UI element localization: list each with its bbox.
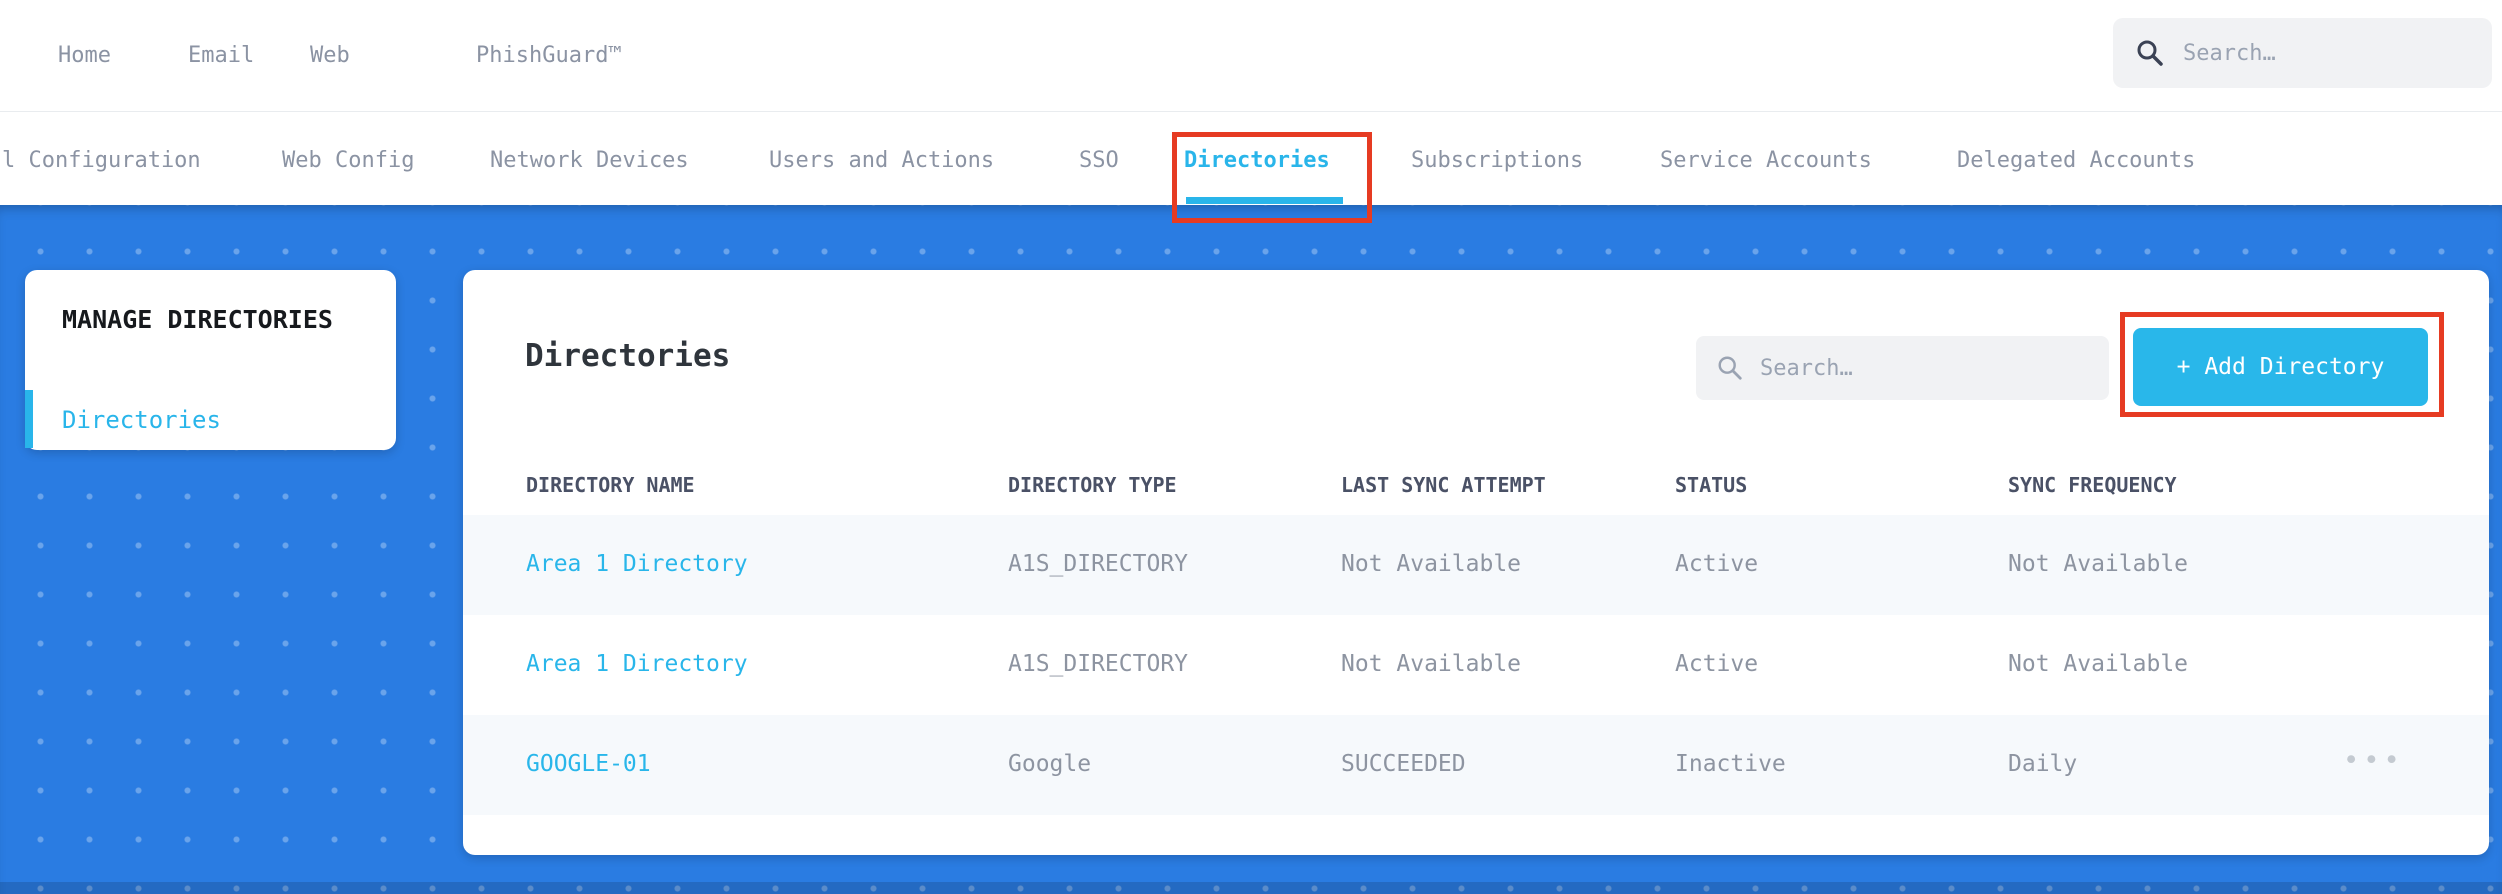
page-title: Directories: [525, 338, 731, 374]
sync-frequency-cell: Not Available: [2008, 551, 2189, 577]
bottom-shadow-strip: [0, 882, 2502, 894]
nav-item-web[interactable]: Web: [310, 43, 350, 68]
directories-search-box[interactable]: [1696, 336, 2109, 400]
content-area: MANAGE DIRECTORIES Directories Directori…: [0, 205, 2502, 894]
last-sync-cell: Not Available: [1341, 551, 1522, 577]
status-cell: Active: [1675, 651, 1759, 677]
active-item-indicator: [25, 390, 33, 448]
directories-panel: Directories + Add Directory DIRECTORY NA…: [463, 270, 2489, 855]
column-header-last-sync-attempt: LAST SYNC ATTEMPT: [1341, 473, 1546, 497]
nav-item-email[interactable]: Email: [188, 43, 254, 68]
tab-users-and-actions[interactable]: Users and Actions: [769, 148, 994, 173]
table-row: GOOGLE-01 Google SUCCEEDED Inactive Dail…: [463, 715, 2489, 815]
tab-directories-active[interactable]: Directories: [1184, 148, 1330, 173]
add-directory-button[interactable]: + Add Directory: [2133, 328, 2428, 406]
column-header-directory-name: DIRECTORY NAME: [526, 473, 695, 497]
settings-tab-bar: l Configuration Web Config Network Devic…: [0, 111, 2502, 205]
tab-sso[interactable]: SSO: [1079, 148, 1119, 173]
tab-email-configuration[interactable]: l Configuration: [2, 148, 201, 173]
column-header-status: STATUS: [1675, 473, 1748, 497]
top-navigation: Home Email Web PhishGuard™: [0, 0, 2502, 111]
row-actions-menu-icon[interactable]: •••: [2343, 745, 2404, 776]
tab-network-devices[interactable]: Network Devices: [490, 148, 689, 173]
global-search-input[interactable]: [2183, 40, 2470, 66]
tab-delegated-accounts[interactable]: Delegated Accounts: [1957, 148, 2195, 173]
table-row: Area 1 Directory A1S_DIRECTORY Not Avail…: [463, 515, 2489, 615]
tab-subscriptions[interactable]: Subscriptions: [1411, 148, 1583, 173]
directory-type-cell: A1S_DIRECTORY: [1008, 551, 1189, 577]
last-sync-cell: Not Available: [1341, 651, 1522, 677]
search-icon: [1718, 356, 1742, 380]
nav-item-home[interactable]: Home: [58, 43, 111, 68]
global-search-box[interactable]: [2113, 18, 2492, 88]
table-row: Area 1 Directory A1S_DIRECTORY Not Avail…: [463, 615, 2489, 715]
sync-frequency-cell: Daily: [2008, 751, 2078, 777]
search-icon: [2137, 40, 2163, 66]
column-header-sync-frequency: SYNC FREQUENCY: [2008, 473, 2177, 497]
directories-search-input[interactable]: [1760, 355, 2089, 381]
column-header-directory-type: DIRECTORY TYPE: [1008, 473, 1177, 497]
app-window: Home Email Web PhishGuard™ l Configurati…: [0, 0, 2502, 894]
tab-service-accounts[interactable]: Service Accounts: [1660, 148, 1872, 173]
sync-frequency-cell: Not Available: [2008, 651, 2189, 677]
status-cell: Inactive: [1675, 751, 1786, 777]
directory-type-cell: A1S_DIRECTORY: [1008, 651, 1189, 677]
active-tab-underline: [1186, 197, 1343, 204]
directory-name-link[interactable]: Area 1 Directory: [526, 551, 748, 577]
tab-web-config[interactable]: Web Config: [282, 148, 414, 173]
last-sync-cell: SUCCEEDED: [1341, 751, 1466, 777]
table-header-row: DIRECTORY NAME DIRECTORY TYPE LAST SYNC …: [463, 465, 2489, 505]
sidebar-card-title: MANAGE DIRECTORIES: [62, 305, 333, 334]
directory-name-link[interactable]: Area 1 Directory: [526, 651, 748, 677]
manage-directories-card: MANAGE DIRECTORIES Directories: [25, 270, 396, 450]
directory-name-link[interactable]: GOOGLE-01: [526, 751, 651, 777]
directory-type-cell: Google: [1008, 751, 1092, 777]
sidebar-item-directories[interactable]: Directories: [62, 406, 221, 434]
nav-item-phishguard[interactable]: PhishGuard™: [476, 43, 622, 68]
status-cell: Active: [1675, 551, 1759, 577]
